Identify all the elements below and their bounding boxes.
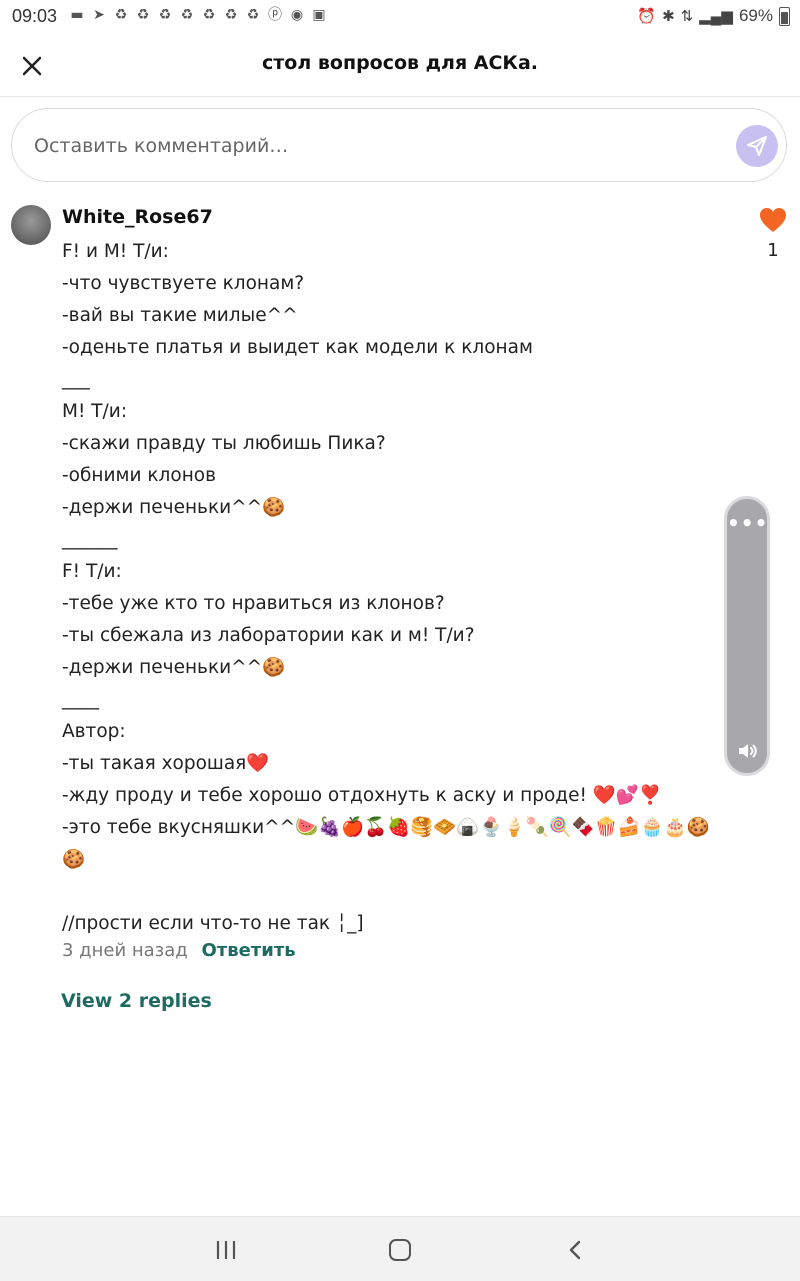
avatar[interactable] [11,205,51,245]
heart-icon [760,208,786,232]
telegram-icon: ➤ [93,7,105,23]
comment-line: -скажи правду ты любишь Пика? [62,433,386,454]
comment-meta: 3 дней назад Ответить [62,940,296,961]
comment-line: -обними клонов [62,465,217,486]
comment-line: -вай вы такие милые^^ [62,305,298,326]
status-time: 09:03 [12,6,58,26]
comment-line: ____ [62,689,99,710]
reply-button[interactable]: Ответить [201,940,295,961]
comment-line: F! Т/и: [62,561,122,582]
pinterest-icon: ⓟ [268,7,282,23]
comment-username[interactable]: White_Rose67 [62,206,213,228]
comment-input[interactable] [32,125,716,167]
recycle-icon: ♻ [224,7,238,23]
page-title: стол вопросов для АСКа. [262,52,538,74]
recycle-icon: ♻ [114,7,128,23]
comment-line [62,876,742,908]
recycle-icon: ♻ [158,7,172,23]
alarm-icon: ⏰ [637,8,657,25]
notification-icons: ▬ ➤ ♻ ♻ ♻ ♻ ♻ ♻ ♻ ⓟ ◉ ▣ [68,6,328,24]
floating-side-panel[interactable]: ••• [724,496,770,776]
comment-line: //прости если что-то не так ╎_] [62,913,364,934]
battery-percent: 69% [738,6,773,25]
send-button[interactable] [736,125,778,167]
comment-line: Автор: [62,721,126,742]
back-icon[interactable] [565,1239,587,1261]
more-icon[interactable]: ••• [727,511,767,535]
comment-text: F! и M! Т/и: -что чувствуете клонам? -вай … [62,236,742,940]
like-count: 1 [767,240,779,261]
recent-apps-icon[interactable] [214,1239,238,1261]
comment-line: -держи печеньки^^🍪 [62,657,286,678]
comment-time: 3 дней назад [62,940,188,961]
speech-icon: ◉ [290,7,304,23]
comment-line: -оденьте платья и выидет как модели к кл… [62,337,533,358]
comment-box[interactable] [11,108,787,182]
status-right: ⏰ ✱ ⇅ ▂▄▆ 69% [637,6,790,26]
comment-line: ______ [62,529,118,550]
header: стол вопросов для АСКа. [0,34,800,97]
view-replies-link[interactable]: View 2 replies [61,990,212,1012]
comment-line: -держи печеньки^^🍪 [62,497,286,518]
comment-line: M! Т/и: [62,401,128,422]
chat-icon: ▬ [70,7,84,23]
system-nav-bar [0,1216,800,1281]
comment-line: ___ [62,369,90,390]
battery-icon [779,6,790,26]
data-icon: ⇅ [680,8,694,25]
like-button[interactable] [758,206,788,234]
signal-icon: ▂▄▆ [699,8,733,25]
comment-line: F! и M! Т/и: [62,241,169,262]
status-bar: 09:03 ▬ ➤ ♻ ♻ ♻ ♻ ♻ ♻ ♻ ⓟ ◉ ▣ ⏰ ✱ ⇅ ▂▄▆ … [0,0,800,34]
home-icon[interactable] [389,1239,411,1261]
comment-line: -тебе уже кто то нравиться из клонов? [62,593,445,614]
comment-line: 🍪 [62,849,86,870]
comment-line: -ты такая хорошая❤️ [62,753,270,774]
comment-line: -жду проду и тебе хорошо отдохнуть к аск… [62,785,662,806]
recycle-icon: ♻ [180,7,194,23]
comment-line: -ты сбежала из лаборатории как и м! Т/и? [62,625,475,646]
recycle-icon: ♻ [246,7,260,23]
recycle-icon: ♻ [202,7,216,23]
volume-icon[interactable] [736,739,760,763]
bluetooth-icon: ✱ [662,8,675,25]
comment-line: -что чувствуете клонам? [62,273,305,294]
recycle-icon: ♻ [136,7,150,23]
comment-line: -это тебе вкусняшки^^🍉🍇🍎🍒🍓🥞🧇🍙🍨🍦🍡🍭🍫🍿🍰🧁🎂🍪 [62,817,710,838]
wb-icon: ▣ [312,7,326,23]
send-icon [747,136,767,156]
